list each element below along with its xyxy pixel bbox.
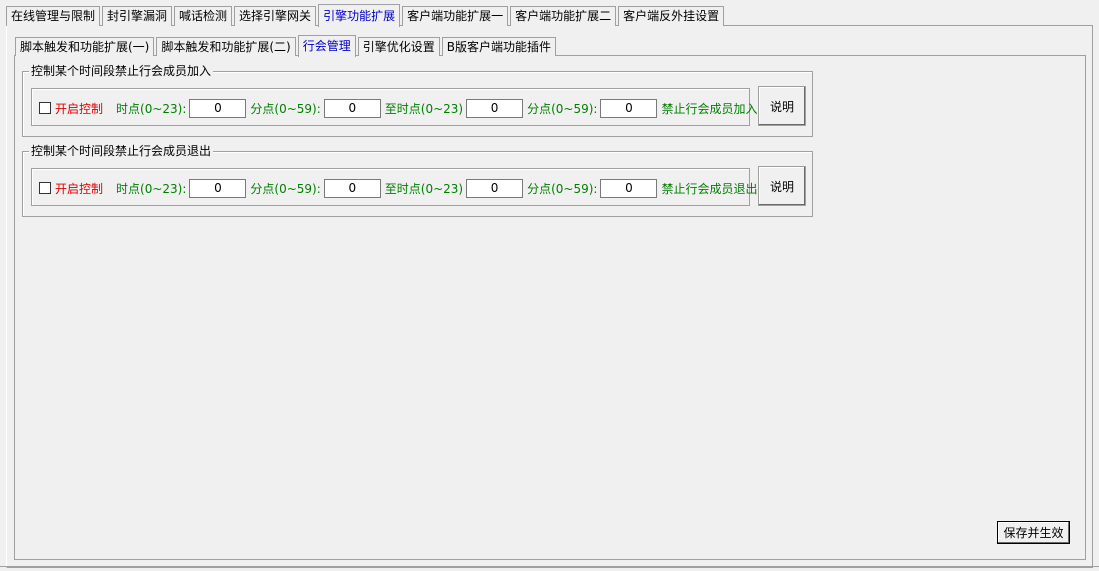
- join-explain-button[interactable]: 说明: [758, 86, 806, 126]
- end-minute-label: 分点(0~59):: [527, 181, 598, 196]
- join-control-row: 开启控制 时点(0~23): 分点(0~59): 至时点(0~23) 分点(0~…: [31, 88, 757, 126]
- start-minute-label: 分点(0~59):: [250, 101, 321, 116]
- join-start-minute-input[interactable]: [323, 98, 381, 118]
- enable-leave-control-checkbox[interactable]: [39, 182, 51, 194]
- group-guild-join-control: 控制某个时间段禁止行会成员加入 开启控制 时点(0~23): 分点(0~59):…: [22, 64, 813, 137]
- tab-chat-detection[interactable]: 喊话检测: [174, 6, 233, 26]
- tab-b-client-plugins[interactable]: B版客户端功能插件: [441, 37, 557, 56]
- enable-join-control-label[interactable]: 开启控制: [55, 100, 103, 117]
- group-title: 控制某个时间段禁止行会成员加入: [29, 64, 214, 78]
- tab-engine-exploits[interactable]: 封引擎漏洞: [102, 6, 173, 26]
- tab-engine-extensions[interactable]: 引擎功能扩展: [318, 4, 401, 27]
- end-hour-label: 至时点(0~23): [384, 101, 464, 116]
- enable-leave-control-label[interactable]: 开启控制: [55, 180, 103, 197]
- end-hour-label: 至时点(0~23): [384, 181, 464, 196]
- tab-engine-gateway[interactable]: 选择引擎网关: [234, 6, 317, 26]
- start-hour-label: 时点(0~23):: [116, 181, 187, 196]
- tab-client-anticheat[interactable]: 客户端反外挂设置: [618, 6, 725, 26]
- tab-engine-optimization[interactable]: 引擎优化设置: [357, 37, 440, 56]
- leave-start-hour-input[interactable]: [189, 178, 247, 198]
- group-guild-leave-control: 控制某个时间段禁止行会成员退出 开启控制 时点(0~23): 分点(0~59):…: [22, 144, 813, 217]
- leave-end-minute-input[interactable]: [600, 178, 658, 198]
- tab-client-extensions-2[interactable]: 客户端功能扩展二: [510, 6, 617, 26]
- window-bottom-edge: [0, 566, 1099, 567]
- sub-tab-strip: 脚本触发和功能扩展(一) 脚本触发和功能扩展(二) 行会管理 引擎优化设置 B版…: [15, 35, 558, 57]
- tab-script-triggers-1[interactable]: 脚本触发和功能扩展(一): [15, 37, 155, 56]
- leave-action-label: 禁止行会成员退出: [661, 181, 758, 196]
- main-tab-strip: 在线管理与限制 封引擎漏洞 喊话检测 选择引擎网关 引擎功能扩展 客户端功能扩展…: [6, 4, 726, 27]
- join-action-label: 禁止行会成员加入: [661, 101, 758, 116]
- app-window: 在线管理与限制 封引擎漏洞 喊话检测 选择引擎网关 引擎功能扩展 客户端功能扩展…: [0, 0, 1099, 571]
- leave-explain-button[interactable]: 说明: [758, 166, 806, 206]
- tab-guild-management[interactable]: 行会管理: [297, 35, 356, 57]
- join-end-minute-input[interactable]: [600, 98, 658, 118]
- leave-control-row: 开启控制 时点(0~23): 分点(0~59): 至时点(0~23) 分点(0~…: [31, 168, 757, 206]
- tab-online-management[interactable]: 在线管理与限制: [6, 6, 101, 26]
- start-minute-label: 分点(0~59):: [250, 181, 321, 196]
- leave-end-hour-input[interactable]: [466, 178, 524, 198]
- enable-join-control-checkbox[interactable]: [39, 102, 51, 114]
- join-start-hour-input[interactable]: [189, 98, 247, 118]
- save-and-apply-button[interactable]: 保存并生效: [997, 521, 1070, 544]
- join-end-hour-input[interactable]: [466, 98, 524, 118]
- end-minute-label: 分点(0~59):: [527, 101, 598, 116]
- group-title: 控制某个时间段禁止行会成员退出: [29, 144, 214, 158]
- leave-start-minute-input[interactable]: [323, 178, 381, 198]
- start-hour-label: 时点(0~23):: [116, 101, 187, 116]
- tab-client-extensions-1[interactable]: 客户端功能扩展一: [402, 6, 509, 26]
- tab-script-triggers-2[interactable]: 脚本触发和功能扩展(二): [156, 37, 296, 56]
